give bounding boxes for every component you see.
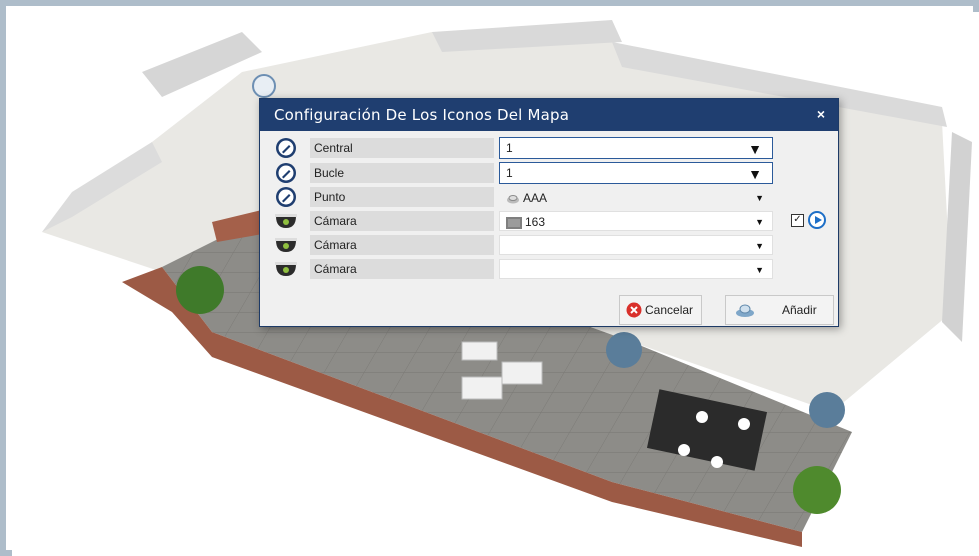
camara-select[interactable]: ▼	[499, 259, 773, 279]
punto-value: AAA	[523, 191, 548, 205]
row-central: Central 1 ▼	[270, 137, 830, 159]
central-value: 1	[506, 141, 513, 155]
cancel-label: Cancelar	[645, 303, 694, 317]
row-camara-2: Cámara ▼	[270, 234, 830, 256]
row-punto: Punto AAA ▼	[270, 186, 830, 208]
chevron-down-icon[interactable]: ▼	[755, 212, 764, 232]
camara-select[interactable]: ▼	[499, 235, 773, 255]
chevron-down-icon[interactable]: ▼	[748, 164, 762, 184]
central-label: Central	[310, 138, 494, 158]
central-select[interactable]: 1 ▼	[499, 137, 773, 159]
add-map-icon	[736, 304, 754, 317]
edit-icon[interactable]	[274, 186, 298, 208]
camara-label: Cámara	[310, 259, 494, 279]
row-camara-3: Cámara ▼	[270, 258, 830, 280]
chevron-down-icon[interactable]: ▼	[755, 236, 764, 256]
dome-camera-icon	[275, 214, 297, 228]
bucle-label: Bucle	[310, 163, 494, 183]
dome-camera-icon	[275, 238, 297, 252]
add-button[interactable]: Añadir	[725, 295, 834, 325]
chevron-down-icon[interactable]: ▼	[755, 260, 764, 280]
camera-enabled-checkbox[interactable]: ✓	[791, 214, 804, 227]
punto-label: Punto	[310, 187, 494, 207]
row-bucle: Bucle 1 ▼	[270, 162, 830, 184]
camara-label: Cámara	[310, 235, 494, 255]
add-label: Añadir	[782, 303, 817, 317]
chevron-down-icon[interactable]: ▼	[755, 188, 764, 208]
detector-icon	[507, 194, 519, 204]
camera-thumbnail-icon	[506, 216, 522, 229]
dialog-title: Configuración De Los Iconos Del Mapa	[274, 106, 570, 124]
close-button[interactable]: ×	[812, 105, 830, 123]
camara-value: 163	[525, 215, 546, 229]
chevron-down-icon[interactable]: ▼	[748, 139, 762, 159]
edit-icon[interactable]	[274, 162, 298, 184]
edit-icon[interactable]	[274, 137, 298, 159]
punto-select[interactable]: AAA ▼	[499, 187, 773, 207]
cancel-button[interactable]: Cancelar	[619, 295, 702, 325]
row-camara-1: Cámara 163 ▼ ✓	[270, 210, 830, 232]
dome-camera-icon	[275, 262, 297, 276]
camara-label: Cámara	[310, 211, 494, 231]
cancel-icon	[626, 302, 642, 318]
camara-select[interactable]: 163 ▼	[499, 211, 773, 231]
bucle-value: 1	[506, 166, 513, 180]
icon-config-dialog: Configuración De Los Iconos Del Mapa × C…	[259, 98, 839, 327]
play-icon[interactable]	[808, 211, 826, 229]
bucle-select[interactable]: 1 ▼	[499, 162, 773, 184]
dialog-titlebar[interactable]: Configuración De Los Iconos Del Mapa ×	[260, 99, 838, 131]
